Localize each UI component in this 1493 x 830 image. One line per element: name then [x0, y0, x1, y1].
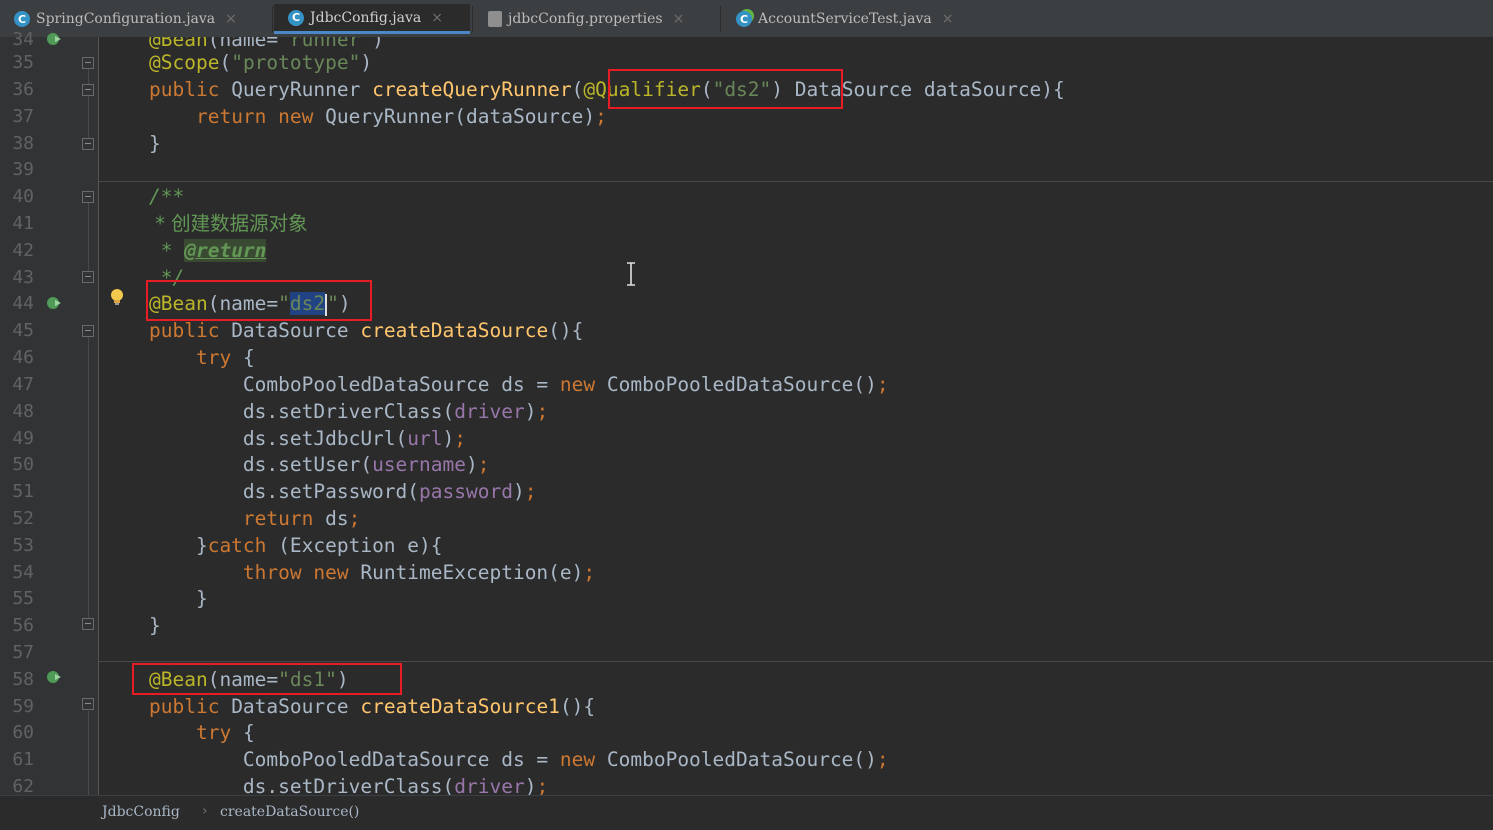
line-number: 54	[12, 562, 34, 583]
code-line[interactable]: }catch (Exception e){	[99, 532, 1493, 559]
code-line[interactable]: try {	[99, 344, 1493, 371]
intention-bulb-icon[interactable]	[110, 288, 124, 308]
code-line[interactable]: * @return	[99, 237, 1493, 264]
line-number: 55	[12, 588, 34, 609]
code-line[interactable]: ComboPooledDataSource ds = new ComboPool…	[99, 746, 1493, 773]
code-line[interactable]: try {	[99, 719, 1493, 746]
breadcrumb-separator: ›	[202, 803, 208, 819]
tab-account-service-test[interactable]: C AccountServiceTest.java ×	[722, 4, 984, 34]
highlight-box-bean-ds2	[146, 280, 372, 321]
line-number: 50	[12, 454, 34, 475]
bean-gutter-icon[interactable]	[45, 294, 63, 312]
line-number: 38	[12, 133, 34, 154]
code-line[interactable]: ds.setDriverClass(driver);	[99, 773, 1493, 795]
code-line[interactable]: throw new RuntimeException(e);	[99, 559, 1493, 586]
line-number: 42	[12, 240, 34, 261]
line-number: 46	[12, 347, 34, 368]
fold-icon[interactable]	[82, 191, 94, 203]
fold-icon[interactable]	[82, 84, 94, 96]
tab-label: jdbcConfig.properties	[508, 11, 663, 27]
code-line[interactable]: }	[99, 130, 1493, 157]
line-number: 36	[12, 79, 34, 100]
fold-icon[interactable]	[82, 271, 94, 283]
breadcrumb-item-class[interactable]: JdbcConfig	[102, 804, 180, 820]
line-number: 56	[12, 615, 34, 636]
tab-jdbc-properties[interactable]: jdbcConfig.properties ×	[474, 4, 718, 34]
line-number: 53	[12, 535, 34, 556]
line-number: 48	[12, 401, 34, 422]
code-line[interactable]: }	[99, 612, 1493, 639]
code-line[interactable]: /**	[99, 183, 1493, 210]
breadcrumb-item-method[interactable]: createDataSource()	[220, 804, 359, 820]
highlight-box-qualifier	[608, 69, 843, 109]
tab-label: AccountServiceTest.java	[758, 11, 932, 27]
code-line[interactable]: return ds;	[99, 505, 1493, 532]
bean-gutter-icon[interactable]	[45, 668, 63, 686]
line-number: 59	[12, 696, 34, 717]
tab-jdbc-config[interactable]: C JdbcConfig.java ×	[274, 4, 470, 34]
close-icon[interactable]: ×	[673, 11, 685, 27]
line-number: 35	[12, 52, 34, 73]
line-number: 60	[12, 722, 34, 743]
line-number: 37	[12, 106, 34, 127]
line-number: 61	[12, 749, 34, 770]
close-icon[interactable]: ×	[431, 10, 443, 26]
line-number: 45	[12, 320, 34, 341]
code-line[interactable]: * 创建数据源对象	[99, 210, 1493, 237]
line-number: 39	[12, 159, 34, 180]
line-number: 43	[12, 267, 34, 288]
code-line[interactable]: ds.setJdbcUrl(url);	[99, 425, 1493, 452]
fold-icon[interactable]	[82, 698, 94, 710]
test-class-icon: C	[736, 11, 752, 27]
code-line[interactable]: ds.setDriverClass(driver);	[99, 398, 1493, 425]
tab-label: JdbcConfig.java	[310, 9, 422, 26]
tab-label: SpringConfiguration.java	[36, 11, 216, 27]
line-number: 58	[12, 669, 34, 690]
close-icon[interactable]: ×	[942, 11, 954, 27]
line-number: 44	[12, 293, 34, 314]
close-icon[interactable]: ×	[225, 11, 237, 27]
fold-icon[interactable]	[82, 618, 94, 630]
line-number: 41	[12, 213, 34, 234]
tab-spring-configuration[interactable]: C SpringConfiguration.java ×	[0, 4, 270, 34]
text-cursor-icon	[627, 262, 635, 286]
fold-icon[interactable]	[82, 138, 94, 150]
code-line[interactable]: ComboPooledDataSource ds = new ComboPool…	[99, 371, 1493, 398]
bean-gutter-icon[interactable]	[45, 30, 63, 48]
editor-tab-bar: C SpringConfiguration.java × C JdbcConfi…	[0, 0, 1493, 38]
fold-icon[interactable]	[82, 57, 94, 69]
line-number: 40	[12, 186, 34, 207]
properties-file-icon	[488, 11, 502, 27]
code-line[interactable]: public DataSource createDataSource1(){	[99, 693, 1493, 720]
fold-icon[interactable]	[82, 325, 94, 337]
code-line[interactable]: }	[99, 585, 1493, 612]
code-line[interactable]: public DataSource createDataSource(){	[99, 317, 1493, 344]
line-number: 51	[12, 481, 34, 502]
class-icon: C	[288, 9, 304, 26]
line-number: 57	[12, 642, 34, 663]
line-number: 49	[12, 428, 34, 449]
highlight-box-bean-ds1	[132, 663, 402, 695]
breadcrumb: JdbcConfig › createDataSource()	[0, 795, 1493, 830]
class-icon: C	[14, 11, 30, 27]
line-number: 52	[12, 508, 34, 529]
code-line[interactable]: ds.setPassword(password);	[99, 478, 1493, 505]
code-line[interactable]: ds.setUser(username);	[99, 451, 1493, 478]
line-number: 47	[12, 374, 34, 395]
